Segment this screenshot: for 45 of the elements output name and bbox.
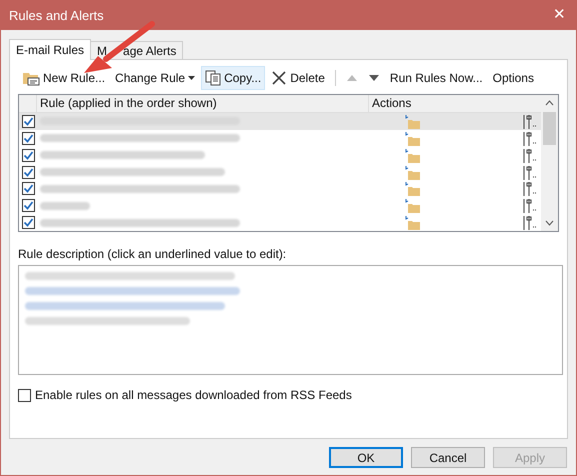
move-to-folder-icon xyxy=(405,215,421,230)
tools-icon xyxy=(521,148,537,163)
checkbox[interactable] xyxy=(22,199,34,212)
tools-icon xyxy=(521,114,537,129)
dialog-button[interactable]: Cancel xyxy=(411,447,485,468)
close-button[interactable]: ✕ xyxy=(553,4,566,27)
copy-icon xyxy=(205,70,222,86)
checkbox[interactable] xyxy=(22,216,34,230)
dialog-button[interactable]: OK xyxy=(329,447,403,468)
checkbox[interactable] xyxy=(22,182,34,196)
down-arrow-icon xyxy=(368,73,380,83)
checkbox[interactable] xyxy=(22,166,34,178)
checkbox[interactable] xyxy=(22,114,34,128)
toolbar-button[interactable]: Run Rules Now... xyxy=(386,66,487,90)
move-to-folder-icon xyxy=(405,130,421,146)
rss-checkbox-label: Enable rules on all messages downloaded from RSS Feeds xyxy=(35,387,352,404)
move-to-folder-icon xyxy=(405,148,421,163)
column-header[interactable]: Actions xyxy=(369,95,541,112)
tools-icon xyxy=(521,181,537,196)
tools-icon xyxy=(521,198,537,214)
description-label: Rule description (click an underlined value to edit): xyxy=(18,246,288,263)
up-arrow-icon xyxy=(346,73,358,83)
toolbar-button[interactable]: Delete xyxy=(267,66,329,90)
move-to-folder-icon xyxy=(405,181,421,196)
rss-checkbox[interactable] xyxy=(18,388,31,402)
scrollbar[interactable] xyxy=(541,95,558,231)
caret-icon xyxy=(188,76,196,80)
scrollbar-thumb[interactable] xyxy=(543,112,556,145)
move-to-folder-icon xyxy=(405,114,421,129)
blurred-text xyxy=(40,202,90,210)
tab[interactable]: E-mail Rules xyxy=(9,39,92,60)
tools-icon xyxy=(521,215,537,230)
column-header[interactable]: Rule (applied in the order shown) xyxy=(37,95,369,112)
tools-icon xyxy=(521,130,537,146)
checkbox[interactable] xyxy=(22,148,34,162)
move-to-folder-icon xyxy=(405,164,421,180)
window-title: Rules and Alerts xyxy=(9,6,104,25)
toolbar-button[interactable]: Copy... xyxy=(201,66,266,90)
toolbar-button[interactable]: Change Rule xyxy=(111,66,200,90)
move-to-folder-icon xyxy=(405,198,421,214)
delete-icon xyxy=(271,70,288,86)
folder-icon xyxy=(22,70,40,86)
checkbox[interactable] xyxy=(22,132,34,145)
toolbar-button[interactable]: Options xyxy=(488,66,538,90)
tools-icon xyxy=(521,164,537,180)
